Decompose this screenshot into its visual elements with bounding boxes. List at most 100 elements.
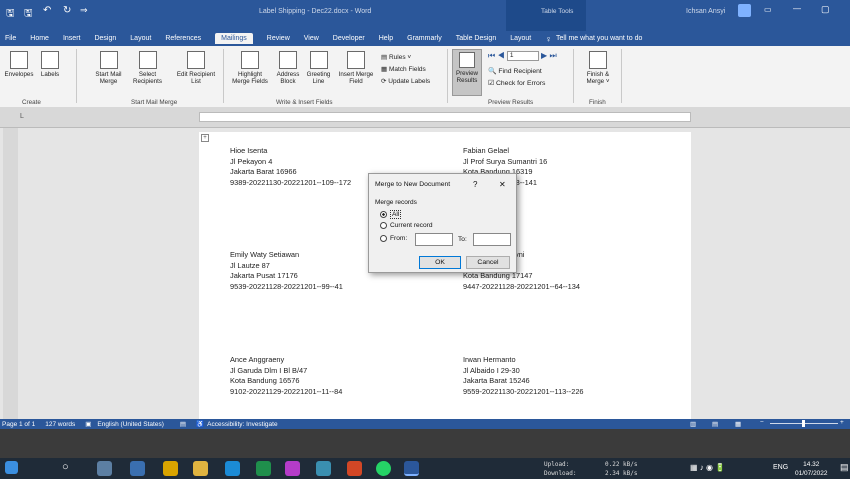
app-icon[interactable]	[285, 461, 300, 476]
radio-from-indicator	[380, 235, 387, 242]
undo-icon[interactable]: ↶	[43, 5, 51, 16]
proofing-icon[interactable]: ▣	[85, 420, 91, 428]
web-layout-icon[interactable]: ▦	[735, 420, 741, 428]
tab-file[interactable]: File	[5, 35, 16, 42]
accessibility-status[interactable]: Accessibility: Investigate	[207, 421, 277, 428]
settings-app-icon[interactable]	[97, 461, 112, 476]
finish-merge-button[interactable]: Finish & Merge ˅	[580, 51, 616, 85]
label-street: Jl Prof Surya Sumantri 16	[463, 156, 548, 166]
zoom-slider-thumb[interactable]	[802, 420, 805, 427]
ribbon-display-icon[interactable]: ▭	[764, 5, 772, 14]
tab-home[interactable]: Home	[30, 35, 49, 42]
tab-grammarly[interactable]: Grammarly	[407, 35, 442, 42]
file-explorer-icon[interactable]	[193, 461, 208, 476]
whatsapp-icon[interactable]	[376, 461, 391, 476]
match-fields-button[interactable]: ▦ Match Fields	[381, 64, 430, 76]
label-code: 9102-20221129-20221201--11--84	[230, 386, 343, 396]
next-record-icon[interactable]: ▶	[541, 51, 547, 60]
radio-all[interactable]: All	[380, 210, 402, 219]
customize-qat-icon[interactable]: ⇒	[80, 5, 88, 16]
upload-label: Upload:	[544, 461, 570, 468]
macro-icon[interactable]: ▤	[180, 420, 186, 428]
mail-app-icon[interactable]	[130, 461, 145, 476]
help-icon[interactable]: ?	[473, 180, 477, 189]
table-move-handle[interactable]: +	[201, 134, 209, 142]
photos-icon[interactable]	[316, 461, 331, 476]
radio-from[interactable]: From:	[380, 235, 407, 242]
check-errors-label: Check for Errors	[495, 80, 546, 87]
tab-view[interactable]: View	[304, 35, 319, 42]
check-errors-button[interactable]: ☑ Check for Errors	[488, 78, 545, 90]
preview-results-button[interactable]: Preview Results	[452, 49, 482, 96]
title-bar: 🖫 🖫 ↶ ↻ ⇒ Label Shipping - Dec22.docx - …	[0, 0, 850, 31]
rules-button[interactable]: ▤ Rules ˅	[381, 52, 430, 64]
tab-table-design[interactable]: Table Design	[456, 35, 496, 42]
cancel-button[interactable]: Cancel	[466, 256, 510, 269]
language-indicator[interactable]: English (United States)	[97, 421, 163, 428]
tab-table-layout[interactable]: Layout	[510, 35, 531, 42]
address-block-icon	[279, 51, 297, 69]
search-icon[interactable]: ○	[62, 461, 69, 473]
select-recipients-button[interactable]: Select Recipients	[130, 51, 165, 85]
update-labels-button[interactable]: ⟳ Update Labels	[381, 76, 430, 88]
read-mode-icon[interactable]: ▥	[690, 420, 696, 428]
avatar[interactable]	[738, 4, 751, 17]
start-mail-merge-button[interactable]: Start Mail Merge	[94, 51, 123, 85]
windows-start-icon[interactable]	[5, 461, 18, 474]
close-icon[interactable]: ✕	[499, 180, 506, 189]
tab-help[interactable]: Help	[379, 35, 393, 42]
group-create: Create	[22, 99, 41, 106]
edge-icon[interactable]	[225, 461, 240, 476]
tab-insert[interactable]: Insert	[63, 35, 81, 42]
redo-icon[interactable]: ↻	[63, 5, 71, 16]
tab-selector[interactable]: L	[20, 113, 24, 120]
first-record-icon[interactable]: ⏮	[488, 51, 495, 60]
word-icon[interactable]	[404, 461, 419, 476]
excel-icon[interactable]	[256, 461, 271, 476]
clock[interactable]: 14.32 01/07/2022	[795, 460, 828, 478]
tab-review[interactable]: Review	[267, 35, 290, 42]
tab-layout[interactable]: Layout	[130, 35, 151, 42]
chrome-icon[interactable]	[163, 461, 178, 476]
label-cell: Emily Waty Setiawan Jl Lautze 87 Jakarta…	[230, 250, 343, 292]
tab-design[interactable]: Design	[94, 35, 116, 42]
edit-recipient-list-button[interactable]: Edit Recipient List	[174, 51, 218, 85]
notifications-icon[interactable]: ▤	[840, 462, 849, 473]
envelopes-button[interactable]: Envelopes	[3, 51, 35, 78]
tell-me-search[interactable]: Tell me what you want to do	[556, 35, 642, 42]
maximize-icon[interactable]: ▢	[821, 4, 830, 15]
highlight-merge-fields-button[interactable]: Highlight Merge Fields	[229, 51, 271, 85]
to-input[interactable]	[473, 233, 511, 246]
document-area[interactable]: + Hioe Isenta Jl Pekayon 4 Jakarta Barat…	[0, 128, 850, 419]
prev-record-icon[interactable]: ◀	[497, 51, 504, 60]
address-block-button[interactable]: Address Block	[273, 51, 303, 85]
find-recipient-button[interactable]: 🔍 Find Recipient	[488, 66, 545, 78]
horizontal-ruler[interactable]: L	[0, 107, 850, 128]
radio-current-record[interactable]: Current record	[380, 222, 433, 229]
zoom-in-icon[interactable]: +	[840, 419, 844, 426]
system-tray-icons[interactable]: ▦ ♪ ◉ 🔋	[690, 463, 725, 472]
from-input[interactable]	[415, 233, 453, 246]
tab-references[interactable]: References	[165, 35, 201, 42]
record-number-input[interactable]: 1	[506, 51, 539, 61]
page-count[interactable]: Page 1 of 1	[2, 421, 35, 428]
ok-button[interactable]: OK	[419, 256, 461, 269]
greeting-line-icon	[309, 51, 328, 69]
print-layout-icon[interactable]: ▤	[712, 420, 718, 428]
insert-merge-field-button[interactable]: Insert Merge Field	[334, 51, 378, 85]
user-name[interactable]: Ichsan Ansyi	[686, 8, 725, 15]
check-errors-icon: ☑	[488, 80, 496, 87]
save-icon[interactable]: 🖫	[6, 6, 15, 23]
greeting-line-button[interactable]: Greeting Line	[304, 51, 333, 85]
last-record-icon[interactable]: ⏭	[549, 51, 556, 60]
labels-button[interactable]: Labels	[37, 51, 63, 78]
powerpoint-icon[interactable]	[347, 461, 362, 476]
zoom-out-icon[interactable]: −	[760, 419, 764, 426]
tab-mailings[interactable]: Mailings	[215, 33, 253, 44]
language-indicator-tray[interactable]: ENG	[773, 464, 788, 471]
tab-developer[interactable]: Developer	[333, 35, 365, 42]
minimize-icon[interactable]: —	[793, 4, 801, 13]
word-count[interactable]: 127 words	[45, 421, 75, 428]
save-as-icon[interactable]: 🖫	[24, 6, 33, 23]
vertical-ruler	[3, 128, 18, 419]
